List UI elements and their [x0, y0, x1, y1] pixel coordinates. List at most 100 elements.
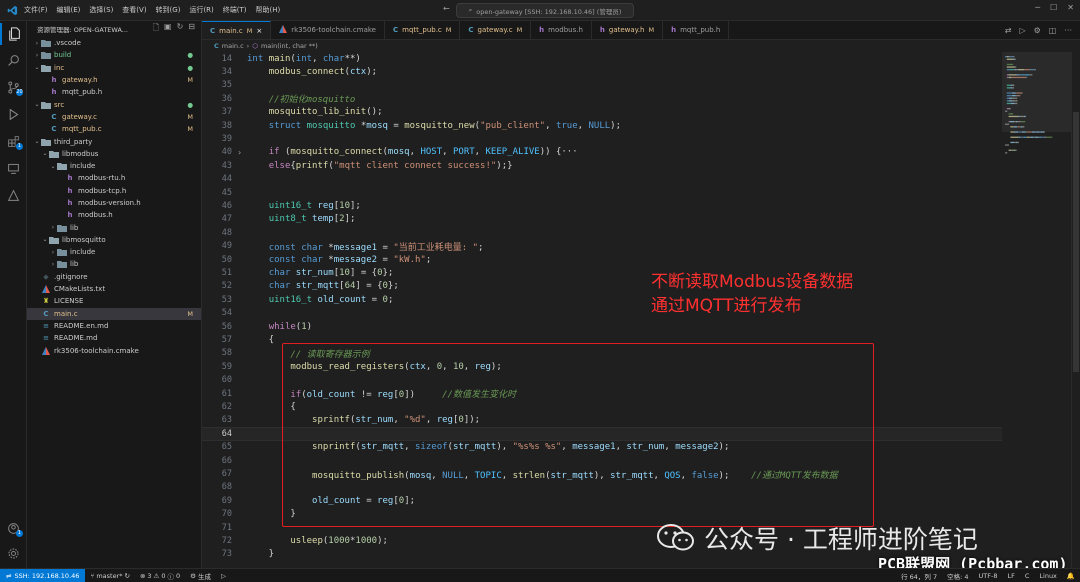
back-arrow-icon[interactable]: ← [443, 4, 450, 13]
code-line[interactable]: 39 [202, 132, 1002, 145]
editor-tab[interactable]: Cmqtt_pub.c M [385, 21, 461, 39]
code-line[interactable]: 34 modbus_connect(ctx); [202, 65, 1002, 78]
breadcrumb-file[interactable]: main.c [222, 42, 244, 50]
settings-gear-icon[interactable] [0, 542, 26, 564]
compare-icon[interactable]: ⇄ [1005, 26, 1012, 35]
tree-file[interactable]: h mqtt_pub.h [27, 86, 201, 98]
editor-tab[interactable]: Cgateway.c M [460, 21, 532, 39]
extensions-icon[interactable]: 1 [0, 130, 26, 152]
code-line[interactable]: 35 [202, 79, 1002, 92]
editor-tab[interactable]: h modbus.h [531, 21, 592, 39]
tree-folder[interactable]: › include [27, 246, 201, 258]
scroll-thumb[interactable] [1073, 112, 1079, 372]
tree-folder[interactable]: › lib [27, 221, 201, 233]
run-icon[interactable]: ▷ [1019, 26, 1025, 35]
menu-item[interactable]: 运行(R) [189, 5, 213, 15]
code-line[interactable]: 45 [202, 186, 1002, 199]
tree-file[interactable]: ≡ README.md [27, 332, 201, 344]
code-line[interactable]: 46 uint16_t reg[10]; [202, 199, 1002, 212]
problems-indicator[interactable]: ⊗ 3 ⚠ 0 ⓘ 0 [135, 571, 185, 581]
code-line[interactable]: 44 [202, 173, 1002, 186]
tree-file[interactable]: Cmqtt_pub.c M [27, 123, 201, 135]
new-folder-icon[interactable]: ▣ [164, 22, 172, 36]
code-line[interactable]: 54 [202, 307, 1002, 320]
menu-item[interactable]: 文件(F) [24, 5, 48, 15]
eol[interactable]: LF [1002, 571, 1019, 581]
remote-explorer-icon[interactable] [0, 157, 26, 179]
code-line[interactable]: 51 char str_num[10] = {0}; [202, 266, 1002, 279]
tree-file[interactable]: rk3506-toolchain.cmake [27, 344, 201, 356]
split-editor-icon[interactable]: ◫ [1049, 26, 1057, 35]
cursor-position[interactable]: 行 64，列 7 [896, 571, 942, 581]
language-mode[interactable]: C [1020, 571, 1035, 581]
tree-file[interactable]: h modbus-rtu.h [27, 172, 201, 184]
code-line[interactable]: 53 uint16_t old_count = 0; [202, 293, 1002, 306]
code-line[interactable]: 50 const char *message2 = "kW.h"; [202, 253, 1002, 266]
cmake-icon[interactable] [0, 184, 26, 206]
close-window-icon[interactable]: ✕ [1067, 3, 1074, 12]
code-line[interactable]: 37 mosquitto_lib_init(); [202, 106, 1002, 119]
code-line[interactable]: 49 const char *message1 = "当前工业耗电量: "; [202, 240, 1002, 253]
run-button[interactable]: ▷ [216, 572, 231, 580]
tree-file[interactable]: CMakeLists.txt [27, 283, 201, 295]
menu-item[interactable]: 选择(S) [89, 5, 113, 15]
tree-folder[interactable]: ⌄ inc ● [27, 62, 201, 74]
tree-folder[interactable]: ⌄ include [27, 160, 201, 172]
source-control-icon[interactable]: 20 [0, 76, 26, 98]
git-branch[interactable]: ⑂ master* ↻ [85, 572, 135, 580]
code-line[interactable]: 48 [202, 226, 1002, 239]
tree-folder[interactable]: ⌄ libmodbus [27, 148, 201, 160]
tree-folder[interactable]: ⌄ src ● [27, 98, 201, 110]
notifications-icon[interactable]: 🔔 [1062, 571, 1080, 581]
tree-file[interactable]: Cmain.c M [27, 307, 201, 320]
menu-item[interactable]: 转到(G) [156, 5, 181, 15]
minimize-icon[interactable]: ─ [1035, 3, 1040, 12]
editor-tab[interactable]: h mqtt_pub.h [663, 21, 730, 39]
search-icon[interactable] [0, 49, 26, 71]
tree-folder[interactable]: › .vscode [27, 37, 201, 49]
run-debug-icon[interactable] [0, 103, 26, 125]
menu-item[interactable]: 查看(V) [122, 5, 146, 15]
code-line[interactable]: 56 while(1) [202, 320, 1002, 333]
code-line[interactable]: 38 struct mosquitto *mosq = mosquitto_ne… [202, 119, 1002, 132]
account-icon[interactable]: 1 [0, 517, 26, 539]
indentation[interactable]: 空格: 4 [942, 571, 973, 581]
command-center[interactable]: ⌕ open-gateway [SSH: 192.168.10.46] (管理员… [456, 3, 634, 18]
code-line[interactable]: 52 char str_mqtt[64] = {0}; [202, 280, 1002, 293]
build-button[interactable]: ⚙ 生成 [185, 571, 216, 581]
tab-close-icon[interactable]: × [256, 27, 262, 35]
new-file-icon[interactable]: 🗋 [153, 22, 159, 36]
maximize-icon[interactable]: ☐ [1050, 3, 1057, 12]
tree-file[interactable]: h modbus-tcp.h [27, 185, 201, 197]
refresh-icon[interactable]: ↻ [177, 22, 184, 36]
menu-item[interactable]: 帮助(H) [256, 5, 281, 15]
editor-tab[interactable]: h gateway.h M [592, 21, 664, 39]
menu-item[interactable]: 终端(T) [223, 5, 247, 15]
more-actions-icon[interactable]: ··· [1064, 26, 1072, 35]
settings-icon[interactable]: ⚙ [1034, 26, 1041, 35]
tree-file[interactable]: ◆ .gitignore [27, 271, 201, 283]
code-line[interactable]: 40 › if (mosquitto_connect(mosq, HOST, PO… [202, 146, 1002, 159]
tree-file[interactable]: ♜ LICENSE [27, 295, 201, 307]
code-line[interactable]: 14 int main(int, char**) [202, 52, 1002, 65]
code-line[interactable]: 47 uint8_t temp[2]; [202, 213, 1002, 226]
tree-folder[interactable]: ⌄ third_party [27, 135, 201, 147]
minimap[interactable] [1002, 52, 1072, 162]
code-line[interactable]: 43 else{printf("mqtt client connect succ… [202, 159, 1002, 172]
tree-file[interactable]: ≡ README.en.md [27, 320, 201, 332]
collapse-all-icon[interactable]: ⊟ [188, 22, 195, 36]
code-line[interactable]: 36 //初始化mosquitto [202, 92, 1002, 106]
tree-folder[interactable]: › lib [27, 258, 201, 270]
tree-file[interactable]: h gateway.h M [27, 74, 201, 86]
tree-folder[interactable]: › build ● [27, 49, 201, 61]
tree-file[interactable]: h modbus-version.h [27, 197, 201, 209]
fold-chevron-icon[interactable]: › [232, 148, 247, 157]
breadcrumb-symbol[interactable]: main(int, char **) [261, 42, 318, 50]
remote-indicator[interactable]: ⇌ SSH: 192.168.10.46 [0, 569, 86, 582]
editor-scrollbar[interactable] [1071, 52, 1080, 568]
tree-folder[interactable]: ⌄ libmosquitto [27, 234, 201, 246]
menu-item[interactable]: 编辑(E) [57, 5, 81, 15]
tree-file[interactable]: Cgateway.c M [27, 111, 201, 123]
encoding[interactable]: UTF-8 [974, 571, 1003, 581]
platform[interactable]: Linux [1034, 571, 1062, 581]
